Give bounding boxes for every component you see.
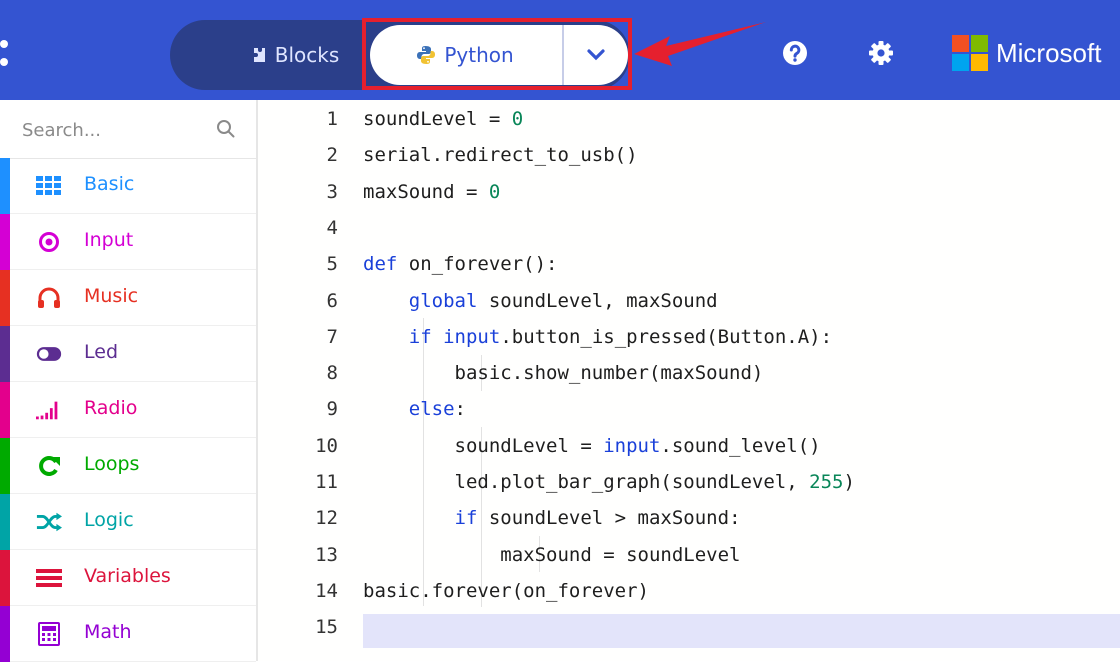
signal-bars-icon [36,398,62,422]
category-color-stripe [0,326,10,382]
help-icon[interactable] [780,38,810,68]
category-input[interactable]: Input [0,214,256,270]
line-code[interactable]: global soundLevel, maxSound [363,290,718,312]
code-line[interactable]: 14 basic.forever(on_forever) [258,574,1120,610]
category-label: Loops [84,453,140,475]
line-number: 12 [315,507,338,530]
code-line[interactable]: 2 serial.redirect_to_usb() [258,138,1120,174]
menu-logo-icon[interactable] [0,40,12,70]
category-label: Variables [84,565,171,587]
category-label: Math [84,621,132,643]
line-number: 8 [326,362,338,385]
code-line[interactable]: 8 basic.show_number(maxSound) [258,356,1120,392]
category-radio[interactable]: Radio [0,382,256,438]
category-color-stripe [0,438,10,494]
line-code[interactable]: basic.forever(on_forever) [363,580,649,602]
line-code[interactable]: if input.button_is_pressed(Button.A): [363,326,832,348]
target-icon [36,230,62,254]
code-line[interactable]: 13 maxSound = soundLevel [258,538,1120,574]
line-number: 4 [326,216,338,239]
headphones-icon [36,286,62,310]
blocks-button[interactable]: Blocks [220,20,370,90]
search-input[interactable] [20,112,204,148]
line-number: 13 [315,543,338,566]
code-line[interactable]: 12 if soundLevel > maxSound: [258,501,1120,537]
code-line[interactable]: 3 maxSound = 0 [258,175,1120,211]
code-line[interactable]: 9 else: [258,392,1120,428]
code-line[interactable]: 15 [258,610,1120,646]
category-label: Led [84,341,119,363]
microsoft-logo[interactable] [952,35,988,71]
category-label: Basic [84,173,135,195]
line-code[interactable]: led.plot_bar_graph(soundLevel, 255) [363,471,855,493]
code-line[interactable]: 6 global soundLevel, maxSound [258,284,1120,320]
toggle-icon [36,342,62,366]
code-line[interactable]: 4 [258,211,1120,247]
highlight-annotation-box [362,18,632,90]
line-number: 3 [326,180,338,203]
category-label: Radio [84,397,138,419]
line-number: 1 [326,108,338,130]
loop-arrow-icon [36,454,62,478]
category-label: Input [84,229,134,251]
line-code[interactable]: if soundLevel > maxSound: [363,507,741,529]
shuffle-icon [36,510,62,534]
line-number: 10 [315,434,338,457]
line-code[interactable]: basic.show_number(maxSound) [363,362,764,384]
line-code[interactable]: soundLevel = 0 [363,108,523,130]
line-number: 5 [326,253,338,276]
line-code[interactable]: maxSound = 0 [363,181,500,203]
category-variables[interactable]: Variables [0,550,256,606]
line-number: 14 [315,579,338,602]
category-color-stripe [0,158,10,214]
toolbox-search [0,100,256,159]
code-editor[interactable]: 1 soundLevel = 0 2 serial.redirect_to_usb()… [258,100,1120,661]
microsoft-brand-label: Microsoft [996,38,1102,68]
line-number: 15 [315,616,338,639]
puzzle-icon [253,48,265,62]
grid-icon [36,174,62,198]
category-music[interactable]: Music [0,270,256,326]
category-loops[interactable]: Loops [0,438,256,494]
category-color-stripe [0,382,10,438]
line-number: 2 [326,144,338,167]
category-led[interactable]: Led [0,326,256,382]
category-color-stripe [0,606,10,662]
category-color-stripe [0,270,10,326]
code-line[interactable]: 11 led.plot_bar_graph(soundLevel, 255) [258,465,1120,501]
code-line[interactable]: 1 soundLevel = 0 [258,102,1120,138]
category-label: Music [84,285,139,307]
calculator-icon [36,622,62,646]
line-code[interactable]: else: [363,398,466,420]
category-math[interactable]: Math [0,606,256,662]
code-line[interactable]: 7 if input.button_is_pressed(Button.A): [258,320,1120,356]
search-icon[interactable] [215,118,237,140]
category-color-stripe [0,494,10,550]
line-number: 11 [315,471,338,493]
toolbox-sidebar: Basic Input Music [0,100,258,662]
category-color-stripe [0,550,10,606]
line-code[interactable]: maxSound = soundLevel [363,544,740,566]
annotation-arrow-icon [634,22,766,66]
line-code[interactable]: def on_forever(): [363,253,557,275]
category-logic[interactable]: Logic [0,494,256,550]
line-number: 9 [326,398,338,421]
top-bar: Blocks Python Microsoft [0,0,1120,100]
code-line[interactable]: 5 def on_forever(): [258,247,1120,283]
line-number: 6 [326,289,338,312]
category-basic[interactable]: Basic [0,158,256,214]
code-line[interactable]: 10 soundLevel = input.sound_level() [258,429,1120,465]
line-code[interactable]: serial.redirect_to_usb() [363,144,638,166]
category-color-stripe [0,214,10,270]
line-code[interactable]: soundLevel = input.sound_level() [363,435,821,457]
blocks-label: Blocks [274,43,340,67]
gear-icon[interactable] [866,38,896,68]
line-number: 7 [326,325,338,348]
lines-icon [36,566,62,590]
category-label: Logic [84,509,134,531]
